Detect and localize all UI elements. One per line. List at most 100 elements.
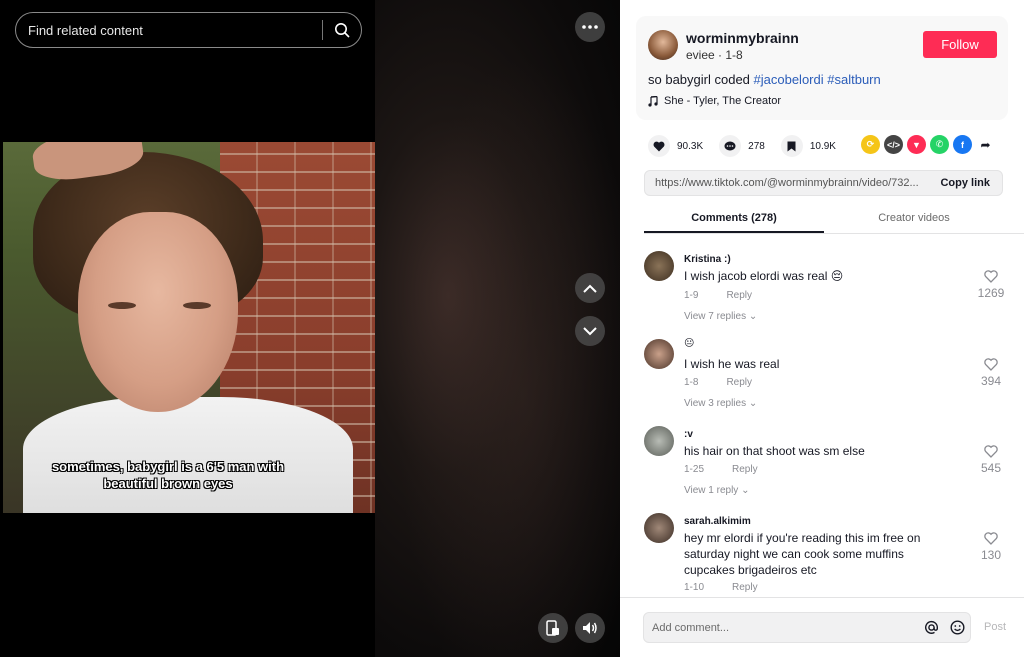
description-text: so babygirl coded xyxy=(648,72,754,87)
comment-like-count: 130 xyxy=(980,548,1002,562)
chevron-down-icon: ⌄ xyxy=(748,398,758,409)
video-stage: sometimes, babygirl is a 6'5 man with be… xyxy=(0,0,620,657)
comment-like[interactable]: 1269 xyxy=(976,270,1006,300)
heart-outline-icon xyxy=(984,445,998,458)
view-replies-button[interactable]: View 3 replies ⌄ xyxy=(684,398,757,409)
like-action[interactable]: 90.3K xyxy=(648,135,703,157)
link-bar: https://www.tiktok.com/@worminmybrainn/v… xyxy=(644,170,1003,196)
video-shirt xyxy=(23,397,353,513)
view-replies-button[interactable]: View 7 replies ⌄ xyxy=(684,311,757,322)
more-options-button[interactable] xyxy=(575,12,605,42)
author-avatar[interactable] xyxy=(648,30,678,60)
facebook-icon[interactable]: f xyxy=(953,135,972,154)
commenter-name[interactable]: 😐 xyxy=(684,338,694,349)
post-button[interactable]: Post xyxy=(984,621,1006,633)
video-eye xyxy=(108,302,136,309)
commenter-avatar[interactable] xyxy=(644,426,674,456)
share-row: ⟳ </> ▼ ✆ f ➦ xyxy=(861,135,995,154)
comment-meta: 1-25 Reply xyxy=(684,464,758,475)
view-replies-label: View 3 replies xyxy=(684,398,747,409)
comment-input[interactable] xyxy=(644,621,918,634)
heart-outline-icon xyxy=(984,358,998,371)
comment-like-count: 394 xyxy=(980,374,1002,388)
reply-button[interactable]: Reply xyxy=(732,464,758,475)
like-count: 90.3K xyxy=(677,140,704,152)
comment-meta: 1-8 Reply xyxy=(684,377,752,388)
reply-button[interactable]: Reply xyxy=(726,290,752,301)
comment-like[interactable]: 130 xyxy=(976,532,1006,562)
save-count: 10.9K xyxy=(809,140,836,152)
reply-button[interactable]: Reply xyxy=(732,582,758,593)
embed-icon[interactable]: </> xyxy=(884,135,903,154)
floating-player-button[interactable] xyxy=(538,613,568,643)
comment-action[interactable]: 278 xyxy=(719,135,765,157)
search-input[interactable] xyxy=(16,22,322,38)
commenter-avatar[interactable] xyxy=(644,339,674,369)
repost-icon[interactable]: ⟳ xyxy=(861,135,880,154)
comment-like-count: 545 xyxy=(980,461,1002,475)
save-action[interactable]: 10.9K xyxy=(780,135,836,157)
video-description: so babygirl coded #jacobelordi #saltburn xyxy=(648,72,881,87)
tab-creator-videos[interactable]: Creator videos xyxy=(824,206,1004,233)
comment-meta: 1-9 Reply xyxy=(684,290,752,301)
video-face xyxy=(78,212,238,412)
comment-like[interactable]: 545 xyxy=(976,445,1006,475)
search-icon[interactable] xyxy=(323,12,361,48)
author-username[interactable]: worminmybrainn xyxy=(686,30,799,46)
music-note-icon xyxy=(648,95,658,107)
comment-list: Kristina :) I wish jacob elordi was real… xyxy=(620,244,1024,596)
next-video-button[interactable] xyxy=(575,316,605,346)
commenter-avatar[interactable] xyxy=(644,251,674,281)
reply-button[interactable]: Reply xyxy=(726,377,752,388)
hashtag-link[interactable]: #saltburn xyxy=(827,72,880,87)
send-icon[interactable]: ▼ xyxy=(907,135,926,154)
music-row[interactable]: She - Tyler, The Creator xyxy=(648,95,781,107)
volume-icon[interactable] xyxy=(575,613,605,643)
view-replies-label: View 7 replies xyxy=(684,311,747,322)
comment-text: his hair on that shoot was sm else xyxy=(684,444,865,458)
comment-composer: Post xyxy=(620,597,1024,657)
commenter-name[interactable]: sarah.alkimim xyxy=(684,516,751,527)
tab-comments[interactable]: Comments (278) xyxy=(644,206,824,233)
hashtag-link[interactable]: #jacobelordi xyxy=(754,72,824,87)
whatsapp-icon[interactable]: ✆ xyxy=(930,135,949,154)
comment-like[interactable]: 394 xyxy=(976,358,1006,388)
share-arrow-icon[interactable]: ➦ xyxy=(976,135,995,154)
comment-text: I wish jacob elordi was real 😔 xyxy=(684,269,844,283)
video-player[interactable]: sometimes, babygirl is a 6'5 man with be… xyxy=(3,142,375,513)
comment-meta: 1-10 Reply xyxy=(684,582,758,593)
tab-bar: Comments (278) Creator videos xyxy=(644,206,1024,234)
emoji-icon[interactable] xyxy=(944,612,970,643)
app-root: sometimes, babygirl is a 6'5 man with be… xyxy=(0,0,1024,657)
follow-button[interactable]: Follow xyxy=(923,31,997,58)
details-panel: worminmybrainn eviee · 1-8 Follow so bab… xyxy=(620,0,1024,657)
video-url: https://www.tiktok.com/@worminmybrainn/v… xyxy=(655,177,919,189)
mention-icon[interactable] xyxy=(918,612,944,643)
comment-input-box xyxy=(643,612,971,643)
search-bar xyxy=(15,12,362,48)
chevron-down-icon: ⌄ xyxy=(741,485,750,496)
video-caption: sometimes, babygirl is a 6'5 man with be… xyxy=(51,459,285,491)
comment-date: 1-25 xyxy=(684,464,705,475)
author-card: worminmybrainn eviee · 1-8 Follow so bab… xyxy=(636,16,1008,120)
commenter-avatar[interactable] xyxy=(644,513,674,543)
comment-count: 278 xyxy=(748,140,765,152)
music-title: She - Tyler, The Creator xyxy=(664,95,781,107)
commenter-name[interactable]: Kristina :) xyxy=(684,254,731,265)
comment-text: I wish he was real xyxy=(684,357,780,371)
comment-date: 1-9 xyxy=(684,290,699,301)
comment-date: 1-8 xyxy=(684,377,699,388)
commenter-name[interactable]: :v xyxy=(684,429,693,440)
chevron-down-icon: ⌄ xyxy=(748,311,758,322)
previous-video-button[interactable] xyxy=(575,273,605,303)
heart-icon xyxy=(648,135,670,157)
comment-text: hey mr elordi if you're reading this im … xyxy=(684,531,921,577)
view-replies-button[interactable]: View 1 reply ⌄ xyxy=(684,485,749,496)
comment-bubble-icon xyxy=(719,135,742,157)
heart-outline-icon xyxy=(984,270,998,283)
video-eye xyxy=(183,302,211,309)
bookmark-icon xyxy=(780,135,803,157)
author-nickname-date: eviee · 1-8 xyxy=(686,48,743,62)
copy-link-button[interactable]: Copy link xyxy=(940,177,990,189)
action-bar: 90.3K 278 10.9K xyxy=(648,135,852,157)
